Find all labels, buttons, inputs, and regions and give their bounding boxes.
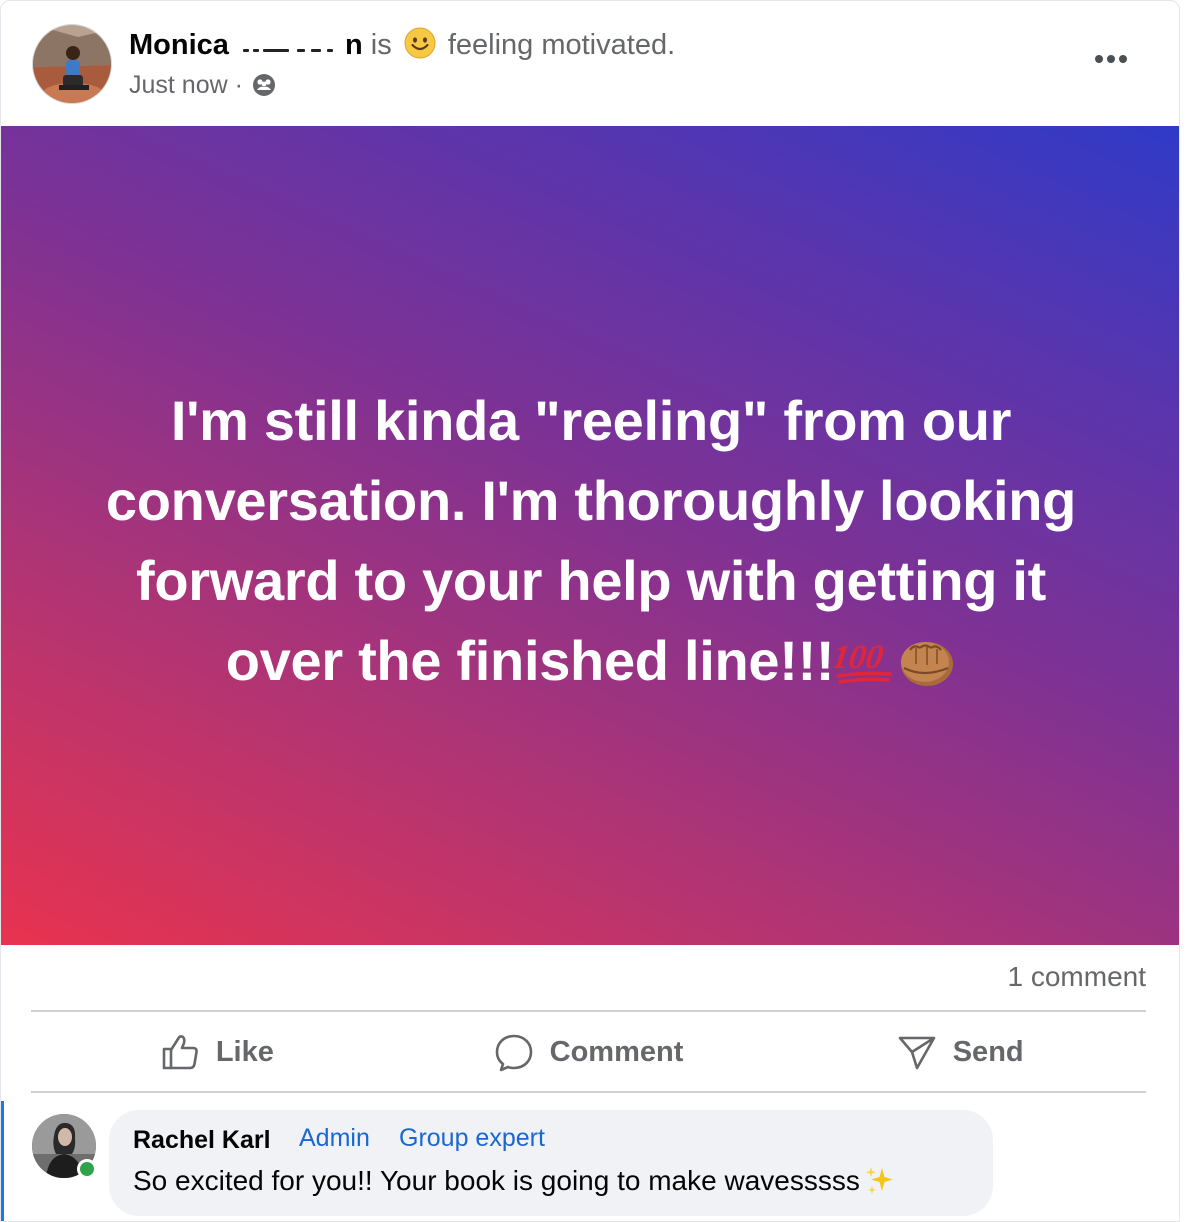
like-label: Like — [215, 1035, 274, 1068]
admin-badge[interactable]: Admin — [299, 1124, 370, 1153]
author-avatar[interactable] — [32, 24, 112, 104]
avatar-photo — [33, 25, 111, 103]
post-text-line: over the finished line!!! — [225, 629, 835, 692]
comment-highlight-bar — [1, 1101, 4, 1221]
hundred-points-emoji: 100 — [834, 639, 893, 684]
svg-text:100: 100 — [834, 639, 885, 676]
comment-bubble: Rachel Karl Admin Group expert So excite… — [109, 1110, 993, 1216]
more-options-icon[interactable] — [1091, 49, 1131, 71]
post-text-line: forward to your help with getting it — [135, 549, 1047, 612]
thumbs-up-icon — [162, 1035, 198, 1070]
action-bar: Like Comment Send — [31, 1013, 1146, 1091]
group-expert-badge[interactable]: Group expert — [399, 1124, 545, 1153]
is-word: is — [370, 29, 392, 61]
like-button[interactable]: Like — [31, 1013, 403, 1091]
fist-bump-emoji — [901, 642, 954, 686]
author-name-tail: n — [344, 29, 363, 61]
post-header: Monica n is feeling motivated. Just now … — [1, 1, 1179, 126]
post-text-line-last: over the finished line!!! 100 — [41, 621, 1141, 701]
divider — [31, 1010, 1146, 1012]
post-card: Monica n is feeling motivated. Just now … — [0, 0, 1180, 1222]
group-audience-icon[interactable] — [252, 73, 276, 97]
divider — [31, 1091, 1146, 1093]
comment-label: Comment — [549, 1035, 684, 1068]
comment-count[interactable]: 1 comment — [1008, 961, 1147, 993]
comment-button[interactable]: Comment — [403, 1013, 775, 1091]
sparkles-emoji — [865, 1167, 893, 1194]
post-text: I'm still kinda "reeling" from our conve… — [41, 381, 1141, 701]
comment-bubble-icon — [495, 1034, 532, 1072]
meta-separator: · — [234, 71, 243, 99]
redacted-name — [237, 34, 345, 56]
post-meta: Just now · — [129, 69, 276, 101]
send-button[interactable]: Send — [774, 1013, 1146, 1091]
timestamp[interactable]: Just now — [129, 71, 228, 99]
post-text-line: conversation. I'm thoroughly looking — [105, 469, 1077, 532]
post-text-line: I'm still kinda "reeling" from our — [170, 389, 1012, 452]
send-label: Send — [952, 1035, 1024, 1068]
commenter-name[interactable]: Rachel Karl — [133, 1126, 271, 1155]
send-icon — [898, 1036, 936, 1070]
online-status-indicator — [77, 1159, 97, 1179]
author-line: Monica n is feeling motivated. — [129, 27, 675, 63]
feeling-text: feeling motivated. — [447, 29, 676, 61]
author-name[interactable]: Monica — [129, 29, 229, 61]
comment-text-line: So excited for you!! Your book is going … — [133, 1164, 896, 1197]
smiling-emoji-icon — [404, 27, 436, 59]
comment-text: So excited for you!! Your book is going … — [133, 1165, 860, 1196]
post-background: I'm still kinda "reeling" from our conve… — [1, 126, 1179, 945]
